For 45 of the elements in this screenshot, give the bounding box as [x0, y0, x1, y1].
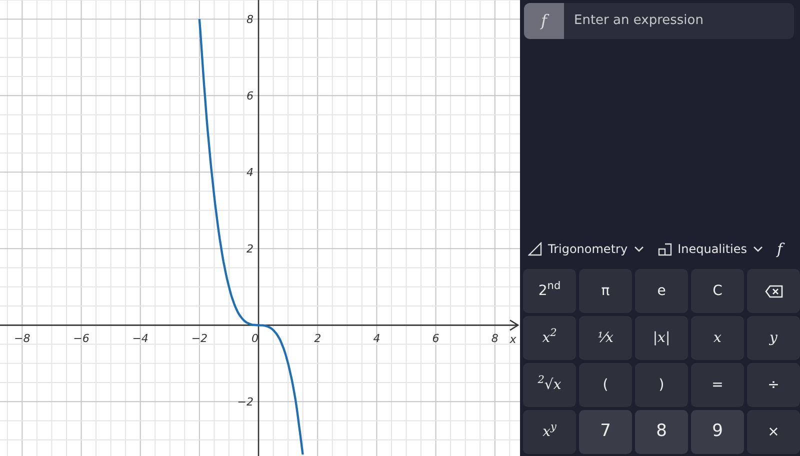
axis-label: x	[510, 333, 516, 346]
tick-label: −8	[14, 332, 30, 346]
keypad-key[interactable]: x$^{2}$	[523, 316, 576, 360]
keypad-key[interactable]: π	[579, 269, 632, 313]
tick-label: 2	[314, 332, 322, 346]
keypad-key[interactable]: e	[635, 269, 688, 313]
keypad-key[interactable]: 2$^{nd}$	[523, 269, 576, 313]
tick-label: −4	[132, 332, 148, 346]
tick-label: 4	[373, 332, 380, 346]
keypad-key[interactable]: x	[691, 316, 744, 360]
keypad-key[interactable]: $^{2}$√x	[523, 363, 576, 407]
tick-label: 8	[491, 332, 498, 346]
keypad-key[interactable]: C	[691, 269, 744, 313]
tick-label: 4	[246, 166, 254, 180]
triangle-icon	[528, 242, 542, 256]
backspace-icon	[764, 284, 782, 298]
backspace-button[interactable]	[747, 269, 800, 313]
tick-label: 8	[246, 13, 254, 26]
keypad-key[interactable]: ÷	[747, 363, 800, 407]
keypad-key[interactable]: 7	[579, 410, 632, 454]
keypad-key[interactable]: x$^{y}$	[523, 410, 576, 454]
function-label: f	[524, 3, 564, 39]
keypad-key[interactable]: 8	[635, 410, 688, 454]
tick-label: −6	[73, 332, 90, 346]
caret-icon	[753, 245, 764, 253]
tick-label: 6	[432, 332, 440, 346]
tick-label: −2	[237, 396, 254, 409]
functions-button[interactable]: f	[777, 238, 783, 260]
keypad-key[interactable]: 9	[691, 410, 744, 454]
tick-label: 2	[246, 242, 254, 256]
keypad-key[interactable]: ×	[747, 410, 800, 454]
keypad-key[interactable]: ¹⁄x	[579, 316, 632, 360]
squares-icon	[658, 242, 672, 256]
caret-icon	[634, 245, 644, 253]
keypad-key[interactable]: |x|	[635, 316, 688, 360]
expression-field[interactable]: Enter an expression	[564, 3, 794, 39]
keypad-key[interactable]: y	[747, 316, 800, 360]
inequalities-dropdown[interactable]: Inequalities	[658, 240, 764, 258]
tick-label: 6	[246, 90, 254, 103]
tick-label: 0	[252, 332, 259, 346]
trigonometry-dropdown[interactable]: Trigonometry	[528, 240, 644, 258]
keypad-key[interactable]: )	[635, 363, 688, 407]
tick-label: −2	[191, 332, 208, 346]
keypad-key[interactable]: (	[579, 363, 632, 407]
keypad-key[interactable]: =	[691, 363, 744, 407]
